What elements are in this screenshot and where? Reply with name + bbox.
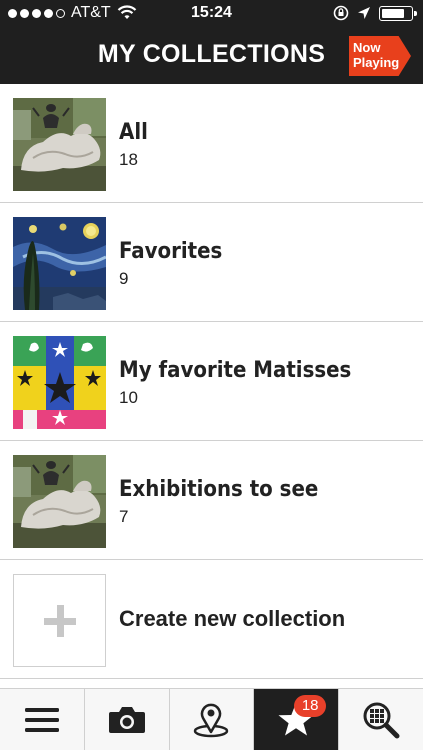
rotation-lock-icon (333, 5, 349, 21)
collection-count: 9 (119, 269, 129, 288)
collection-title: All (119, 120, 148, 145)
status-bar: AT&T 15:24 (0, 0, 423, 28)
collection-row-my-favorite-matisses[interactable]: My favorite Matisses 10 (0, 322, 423, 441)
matisse-thumbnail (13, 336, 106, 429)
location-arrow-icon (358, 7, 370, 19)
create-new-collection-row[interactable]: Create new collection (0, 560, 423, 679)
collection-title: My favorite Matisses (119, 358, 352, 383)
collection-row-all[interactable]: All 18 (0, 84, 423, 203)
collection-count: 7 (119, 507, 129, 526)
bottom-tab-bar: 18 (0, 688, 423, 750)
now-playing-label-line1: Now (353, 40, 381, 55)
tab-camera[interactable] (85, 689, 170, 750)
status-right (333, 5, 417, 21)
starry-night-thumbnail (13, 217, 106, 310)
collection-row-exhibitions-to-see[interactable]: Exhibitions to see 7 (0, 441, 423, 560)
menu-icon (24, 707, 59, 732)
collection-count: 10 (119, 388, 138, 407)
collection-title: Favorites (119, 239, 223, 264)
collections-list: All 18 Favorites 9 My favorite Matisses … (0, 84, 423, 679)
now-playing-label-line2: Playing (353, 55, 400, 70)
app-header: MY COLLECTIONS Now Playing (0, 28, 423, 84)
battery-icon (379, 5, 417, 21)
tab-map[interactable] (170, 689, 255, 750)
sculpture-thumbnail (13, 98, 106, 191)
map-pin-icon (194, 703, 229, 737)
create-new-collection-label: Create new collection (119, 606, 346, 631)
sculpture-thumbnail (13, 455, 106, 548)
battery-level-fill (382, 8, 405, 18)
collections-count-badge: 18 (294, 695, 327, 717)
tab-menu[interactable] (0, 689, 85, 750)
collection-count: 18 (119, 150, 138, 169)
camera-icon (108, 706, 145, 733)
tab-collections[interactable]: 18 (254, 689, 340, 750)
add-collection-icon (13, 574, 106, 667)
tab-browse-search[interactable] (339, 689, 423, 750)
now-playing-button[interactable]: Now Playing (349, 36, 411, 76)
grid-search-icon (363, 702, 400, 738)
collection-title: Exhibitions to see (119, 477, 319, 502)
collection-row-favorites[interactable]: Favorites 9 (0, 203, 423, 322)
